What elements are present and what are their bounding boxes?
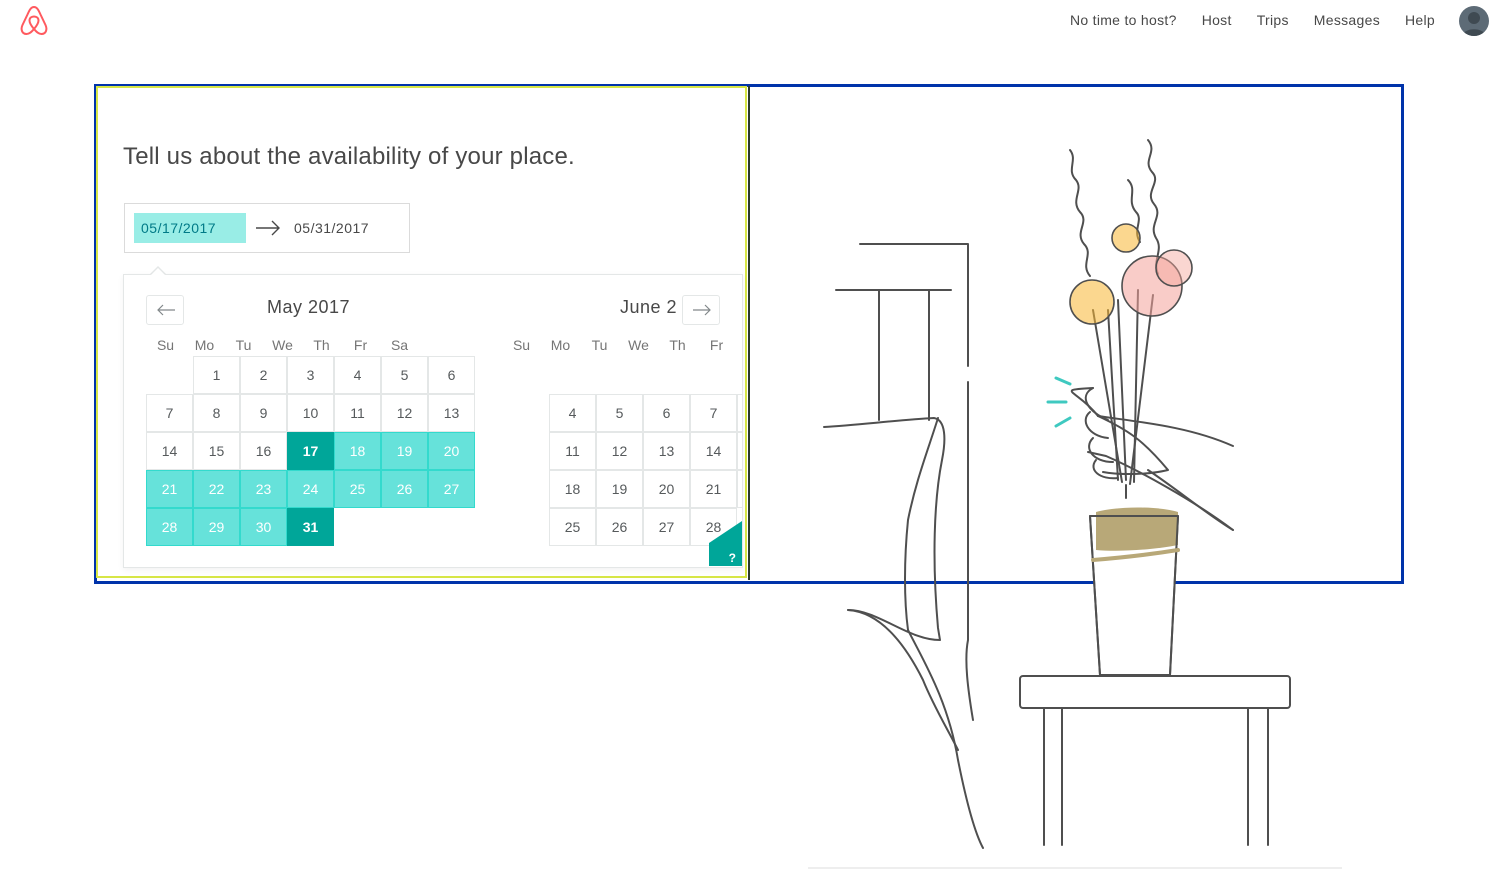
arrow-right-icon [256, 220, 280, 236]
calendar-day[interactable]: 26 [596, 508, 643, 546]
flowers-vase-illustration [808, 139, 1342, 869]
help-label: ? [728, 551, 736, 565]
calendar-day[interactable]: 4 [549, 394, 596, 432]
calendar-day[interactable]: 16 [240, 432, 287, 470]
calendar-day[interactable]: 15 [193, 432, 240, 470]
calendar-day[interactable]: 31 [287, 508, 334, 546]
calendar-day[interactable]: 28 [146, 508, 193, 546]
calendar-day[interactable]: 25 [549, 508, 596, 546]
nav-no-time-to-host[interactable]: No time to host? [1070, 12, 1177, 28]
calendar-day[interactable]: 24 [287, 470, 334, 508]
calendar-day[interactable]: 27 [428, 470, 475, 508]
weekday-label: Fr [709, 337, 724, 353]
keyboard-shortcuts-help-button[interactable]: ? [709, 521, 742, 566]
arrow-left-icon [157, 304, 175, 316]
calendar-day[interactable]: 14 [146, 432, 193, 470]
calendar-day[interactable]: 14 [690, 432, 737, 470]
weekday-label: Sa [736, 337, 742, 353]
calendar-day[interactable]: 26 [381, 470, 428, 508]
calendar-day[interactable]: 21 [146, 470, 193, 508]
calendar-day[interactable]: 5 [596, 394, 643, 432]
next-month-button[interactable] [682, 295, 720, 325]
nav-host[interactable]: Host [1202, 12, 1232, 28]
nav-help[interactable]: Help [1405, 12, 1435, 28]
calendar-day[interactable]: 5 [381, 356, 428, 394]
calendar-day[interactable]: 19 [381, 432, 428, 470]
calendar-day[interactable]: 2 [240, 356, 287, 394]
calendar-day[interactable]: 12 [381, 394, 428, 432]
top-nav: No time to host? Host Trips Messages Hel… [1070, 12, 1435, 28]
date-picker-calendar: May 2017 June 2 Su Su Mo Mo Tu Tu We We Th Th Fr Fr… [123, 274, 743, 568]
calendar-day[interactable]: 3 [287, 356, 334, 394]
calendar-day[interactable]: 19 [596, 470, 643, 508]
weekday-label: We [628, 337, 649, 353]
weekday-label: Tu [235, 337, 252, 353]
weekday-label: Mo [194, 337, 215, 353]
calendar-day[interactable]: 10 [287, 394, 334, 432]
help-triangle-icon [709, 521, 742, 566]
calendar-day[interactable]: 7 [146, 394, 193, 432]
airbnb-logo-icon[interactable] [18, 5, 50, 37]
weekday-label: Th [669, 337, 686, 353]
calendar-day[interactable]: 8 [193, 394, 240, 432]
calendar-day[interactable]: 23 [240, 470, 287, 508]
weekday-label: Fr [353, 337, 368, 353]
calendar-day[interactable]: 9 [240, 394, 287, 432]
nav-trips[interactable]: Trips [1257, 12, 1289, 28]
month-title-may: May 2017 [267, 297, 351, 317]
calendar-day[interactable]: 20 [428, 432, 475, 470]
calendar-day[interactable]: 17 [287, 432, 334, 470]
panel-divider [748, 86, 750, 580]
weekday-label: Th [313, 337, 330, 353]
end-date-field[interactable]: 05/31/2017 [294, 213, 369, 243]
calendar-day[interactable]: 25 [334, 470, 381, 508]
calendar-day[interactable]: 18 [549, 470, 596, 508]
calendar-day[interactable]: 15 [737, 432, 742, 470]
weekday-label: We [272, 337, 293, 353]
calendar-day[interactable]: 20 [643, 470, 690, 508]
calendar-day[interactable]: 11 [549, 432, 596, 470]
weekday-label: Mo [550, 337, 571, 353]
calendar-day[interactable]: 6 [428, 356, 475, 394]
calendar-day[interactable]: 30 [240, 508, 287, 546]
start-date-field[interactable]: 05/17/2017 [134, 213, 246, 243]
calendar-day[interactable]: 22 [193, 470, 240, 508]
calendar-day[interactable]: 4 [334, 356, 381, 394]
calendar-day[interactable]: 13 [643, 432, 690, 470]
calendar-day[interactable]: 27 [643, 508, 690, 546]
calendar-day[interactable]: 1 [193, 356, 240, 394]
calendar-day[interactable]: 29 [193, 508, 240, 546]
arrow-right-icon [693, 304, 711, 316]
date-range-input[interactable]: 05/17/2017 05/31/2017 [124, 203, 410, 253]
prev-month-button[interactable] [146, 295, 184, 325]
weekday-label: Sa [390, 337, 409, 353]
calendar-day[interactable]: 18 [334, 432, 381, 470]
calendar-day[interactable]: 6 [643, 394, 690, 432]
calendar-day[interactable]: 11 [334, 394, 381, 432]
calendar-day[interactable]: 13 [428, 394, 475, 432]
calendar-day[interactable]: 8 [737, 394, 742, 432]
weekday-label: Tu [591, 337, 608, 353]
calendar-day[interactable]: 22 [737, 470, 742, 508]
calendar-day[interactable]: 21 [690, 470, 737, 508]
weekday-label: Su [156, 337, 175, 353]
page-title: Tell us about the availability of your p… [123, 143, 575, 170]
calendar-day[interactable]: 12 [596, 432, 643, 470]
nav-messages[interactable]: Messages [1314, 12, 1380, 28]
calendar-caret-inner [150, 268, 166, 276]
month-title-june: June 2 [620, 297, 678, 317]
user-avatar[interactable] [1459, 6, 1489, 36]
user-icon [1462, 12, 1486, 36]
weekday-label: Su [512, 337, 531, 353]
calendar-day[interactable]: 7 [690, 394, 737, 432]
